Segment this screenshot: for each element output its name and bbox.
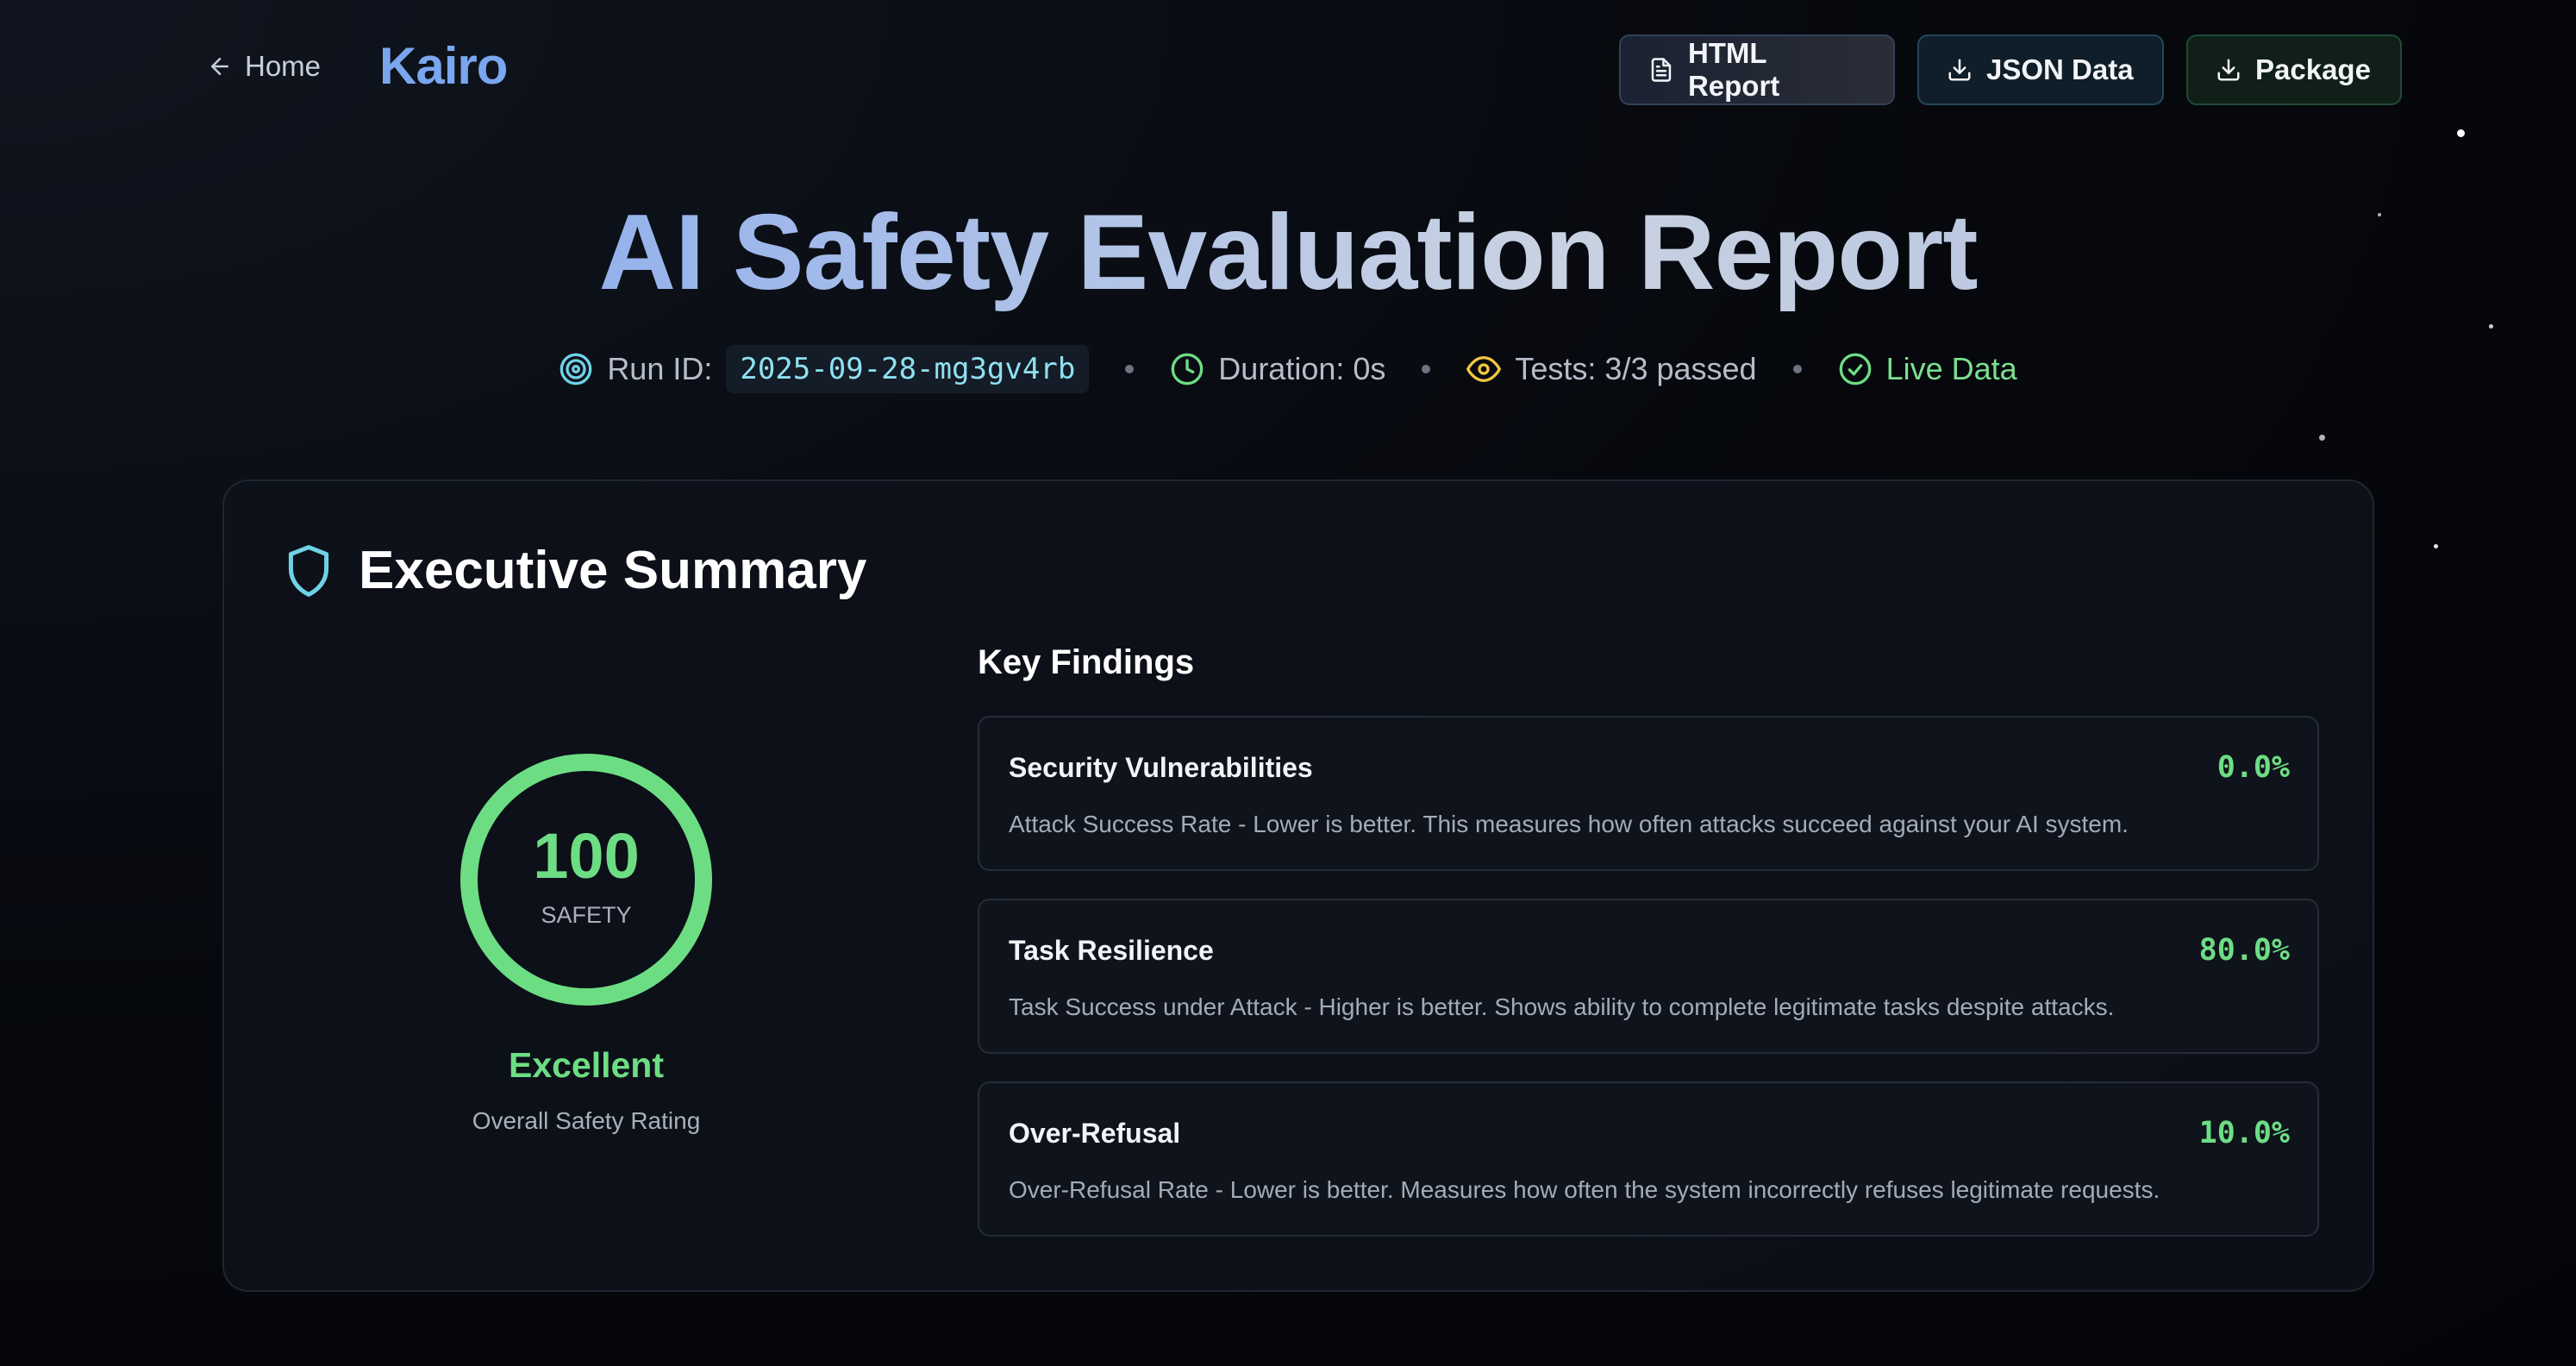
star-decoration: [2434, 544, 2438, 548]
shield-icon: [288, 544, 329, 597]
eye-icon: [1466, 356, 1502, 382]
tests-text: Tests: 3/3 passed: [1515, 351, 1757, 386]
json-data-label: JSON Data: [1986, 53, 2134, 85]
html-report-button[interactable]: HTML Report: [1619, 34, 1895, 105]
safety-rating: Excellent: [508, 1045, 665, 1085]
finding-description: Attack Success Rate - Lower is better. T…: [1009, 811, 2129, 837]
brand-logo[interactable]: Kairo: [379, 36, 508, 96]
finding-name: Over-Refusal: [1009, 1118, 1181, 1149]
package-button[interactable]: Package: [2186, 34, 2402, 105]
file-text-icon: [1651, 58, 1672, 82]
download-icon: [2217, 59, 2240, 81]
safety-score-label: SAFETY: [541, 902, 632, 928]
executive-summary-card: Executive Summary 100 SAFETY Excellent O…: [222, 479, 2374, 1292]
finding-name: Task Resilience: [1009, 935, 1214, 966]
separator-dot: [1792, 365, 1802, 373]
separator-dot: [1422, 365, 1431, 373]
finding-card-task-resilience: Task Resilience 80.0% Task Success under…: [978, 899, 2319, 1054]
page: Home Kairo HTML Report JSON Data Package…: [0, 0, 2576, 1366]
separator-dot: [1125, 365, 1135, 373]
safety-rating-caption: Overall Safety Rating: [472, 1107, 701, 1134]
star-decoration: [2489, 324, 2493, 329]
duration-text: Duration: 0s: [1218, 351, 1386, 386]
finding-value: 10.0%: [2198, 1116, 2290, 1150]
home-label: Home: [245, 50, 322, 82]
run-id-value[interactable]: 2025-09-28-mg3gv4rb: [726, 345, 1090, 393]
check-circle-icon: [1839, 353, 1871, 385]
live-data-item: Live Data: [1838, 351, 2017, 387]
run-id-label: Run ID:: [607, 351, 713, 386]
action-buttons: HTML Report JSON Data Package: [1619, 34, 2402, 105]
key-findings-title: Key Findings: [978, 643, 1195, 681]
card-title: Executive Summary: [359, 541, 867, 600]
live-data-text: Live Data: [1885, 351, 2017, 386]
tests-item: Tests: 3/3 passed: [1466, 351, 1757, 387]
package-label: Package: [2255, 53, 2371, 85]
target-icon: [560, 353, 592, 385]
duration-item: Duration: 0s: [1170, 351, 1385, 387]
arrow-left-icon: [211, 58, 228, 75]
top-bar: Home Kairo HTML Report JSON Data Package: [0, 0, 2576, 138]
run-meta: Run ID: 2025-09-28-mg3gv4rb Duration: 0s…: [0, 345, 2576, 393]
finding-description: Over-Refusal Rate - Lower is better. Mea…: [1009, 1176, 2160, 1203]
finding-name: Security Vulnerabilities: [1009, 752, 1313, 783]
finding-description: Task Success under Attack - Higher is be…: [1009, 993, 2115, 1020]
home-link[interactable]: Home: [207, 50, 321, 83]
star-decoration: [2319, 435, 2325, 441]
safety-score: 100: [533, 820, 640, 892]
clock-icon: [1171, 353, 1204, 385]
finding-card-security: Security Vulnerabilities 0.0% Attack Suc…: [978, 716, 2319, 871]
finding-card-over-refusal: Over-Refusal 10.0% Over-Refusal Rate - L…: [978, 1081, 2319, 1237]
run-id-item: Run ID: 2025-09-28-mg3gv4rb: [559, 345, 1090, 393]
page-title: AI Safety Evaluation Report: [0, 191, 2576, 314]
card-header: Executive Summary: [284, 540, 866, 601]
finding-value: 80.0%: [2198, 933, 2290, 968]
html-report-label: HTML Report: [1687, 37, 1780, 102]
safety-gauge: 100 SAFETY: [457, 750, 716, 1009]
finding-value: 0.0%: [2216, 750, 2290, 785]
download-icon: [1948, 59, 1971, 81]
json-data-button[interactable]: JSON Data: [1917, 34, 2164, 105]
